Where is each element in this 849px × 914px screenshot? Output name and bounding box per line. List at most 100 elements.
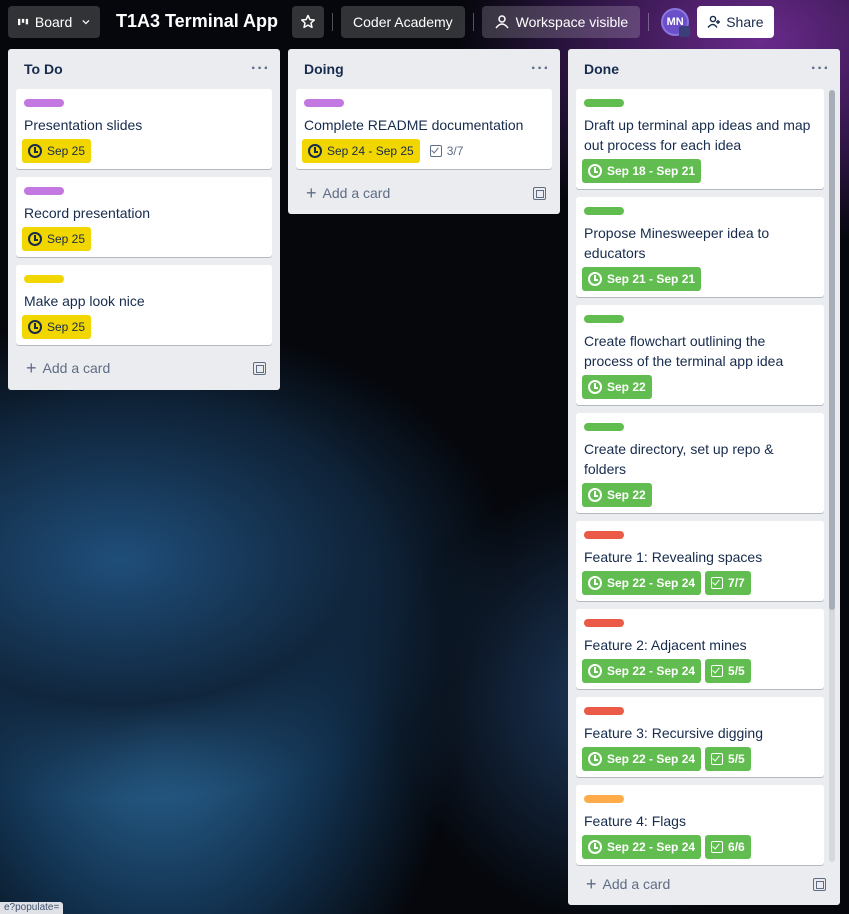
card-template-icon[interactable] <box>813 877 826 891</box>
list-header[interactable]: Done ··· <box>568 49 840 89</box>
header-divider <box>332 12 334 31</box>
due-date-badge[interactable]: Sep 22 - Sep 24 <box>582 571 702 595</box>
clock-icon <box>588 488 602 502</box>
due-date-badge[interactable]: Sep 25 <box>22 227 92 251</box>
more-options-icon[interactable]: ··· <box>251 61 270 77</box>
list-title[interactable]: Done <box>584 61 619 77</box>
list-done: Done ··· Draft up terminal app ideas and… <box>568 49 840 905</box>
card-item[interactable]: Create directory, set up repo & folders … <box>576 413 824 513</box>
card-label[interactable] <box>584 423 624 431</box>
card-title: Feature 1: Revealing spaces <box>584 549 763 565</box>
card-title: Feature 3: Recursive digging <box>584 725 763 741</box>
due-date-badge[interactable]: Sep 21 - Sep 21 <box>582 267 702 291</box>
due-date-badge[interactable]: Sep 18 - Sep 21 <box>582 159 702 183</box>
card-label[interactable] <box>584 99 624 107</box>
card-title: Create directory, set up repo & folders <box>584 441 774 477</box>
due-date-text: Sep 22 <box>607 380 646 394</box>
visibility-label: Workspace visible <box>515 13 629 30</box>
add-card-button[interactable]: + Add a card <box>576 870 832 898</box>
card-title: Make app look nice <box>24 293 145 309</box>
card-badges: Sep 24 - Sep 25 3/7 <box>302 139 469 163</box>
list-scrollbar[interactable] <box>829 90 835 862</box>
list-header[interactable]: To Do ··· <box>8 49 280 89</box>
status-bar-url: e?populate= <box>0 902 64 914</box>
card-item[interactable]: Feature 3: Recursive digging Sep 22 - Se… <box>576 697 824 777</box>
checklist-badge: 6/6 <box>705 835 751 859</box>
card-badges: Sep 22 <box>582 375 652 399</box>
checklist-count: 3/7 <box>446 144 464 158</box>
star-button[interactable] <box>292 5 325 38</box>
clock-icon <box>28 320 42 334</box>
more-options-icon[interactable]: ··· <box>531 61 550 77</box>
clock-icon <box>588 272 602 286</box>
add-card-button[interactable]: + Add a card <box>296 179 552 207</box>
add-card-label: Add a card <box>42 360 111 376</box>
more-options-icon[interactable]: ··· <box>811 61 830 77</box>
due-date-badge[interactable]: Sep 22 - Sep 24 <box>582 835 702 859</box>
card-item[interactable]: Feature 1: Revealing spaces Sep 22 - Sep… <box>576 521 824 601</box>
card-template-icon[interactable] <box>533 186 546 200</box>
due-date-text: Sep 22 - Sep 24 <box>607 664 696 678</box>
due-date-badge[interactable]: Sep 22 - Sep 24 <box>582 659 702 683</box>
list-header[interactable]: Doing ··· <box>288 49 560 89</box>
board-view-button[interactable]: Board <box>8 5 100 38</box>
due-date-badge[interactable]: Sep 24 - Sep 25 <box>302 139 420 163</box>
card-badges: Sep 25 <box>22 227 92 251</box>
card-item[interactable]: Draft up terminal app ideas and map out … <box>576 89 824 189</box>
card-label[interactable] <box>584 795 624 803</box>
due-date-text: Sep 22 - Sep 24 <box>607 576 696 590</box>
checklist-badge: 5/5 <box>705 659 751 683</box>
card-label[interactable] <box>584 531 624 539</box>
card-label[interactable] <box>24 275 64 283</box>
card-item[interactable]: Presentation slides Sep 25 <box>16 89 272 169</box>
card-item[interactable]: Propose Minesweeper idea to educators Se… <box>576 197 824 297</box>
card-item[interactable]: Complete README documentation Sep 24 - S… <box>296 89 552 169</box>
due-date-badge[interactable]: Sep 25 <box>22 315 92 339</box>
card-label[interactable] <box>584 619 624 627</box>
card-label[interactable] <box>584 207 624 215</box>
clock-icon <box>308 144 322 158</box>
card-template-icon[interactable] <box>253 361 266 375</box>
plus-icon: + <box>306 183 317 203</box>
add-card-button[interactable]: + Add a card <box>16 354 272 382</box>
board-title[interactable]: T1A3 Terminal App <box>116 11 278 32</box>
card-label[interactable] <box>584 707 624 715</box>
board-view-label: Board <box>34 13 73 30</box>
list-todo: To Do ··· Presentation slides Sep 25 Rec… <box>8 49 280 390</box>
card-label[interactable] <box>24 99 64 107</box>
due-date-text: Sep 21 - Sep 21 <box>607 272 696 286</box>
card-badges: Sep 22 - Sep 24 7/7 <box>582 571 751 595</box>
scrollbar-thumb[interactable] <box>829 90 835 610</box>
clock-icon <box>588 664 602 678</box>
due-date-badge[interactable]: Sep 22 - Sep 24 <box>582 747 702 771</box>
workspace-button[interactable]: Coder Academy <box>341 5 465 38</box>
due-date-badge[interactable]: Sep 22 <box>582 375 652 399</box>
list-title[interactable]: Doing <box>304 61 344 77</box>
card-label[interactable] <box>584 315 624 323</box>
avatar[interactable]: MN <box>661 7 691 37</box>
card-title: Record presentation <box>24 205 151 221</box>
card-badges: Sep 25 <box>22 315 92 339</box>
card-label[interactable] <box>24 187 64 195</box>
header-divider <box>648 12 650 31</box>
plus-icon: + <box>586 874 597 894</box>
star-icon <box>300 14 316 28</box>
card-label[interactable] <box>304 99 344 107</box>
card-item[interactable]: Create flowchart outlining the process o… <box>576 305 824 405</box>
checklist-icon <box>429 145 442 157</box>
checklist-count: 5/5 <box>728 752 745 766</box>
visibility-button[interactable]: Workspace visible <box>481 5 641 38</box>
due-date-badge[interactable]: Sep 22 <box>582 483 652 507</box>
checklist-icon <box>711 665 724 677</box>
card-item[interactable]: Record presentation Sep 25 <box>16 177 272 257</box>
card-item[interactable]: Feature 2: Adjacent mines Sep 22 - Sep 2… <box>576 609 824 689</box>
card-badges: Sep 22 - Sep 24 5/5 <box>582 747 751 771</box>
due-date-badge[interactable]: Sep 25 <box>22 139 92 163</box>
due-date-text: Sep 25 <box>47 144 86 158</box>
board-icon <box>18 18 29 25</box>
share-button[interactable]: Share <box>697 5 774 38</box>
list-title[interactable]: To Do <box>24 61 63 77</box>
card-item[interactable]: Make app look nice Sep 25 <box>16 265 272 345</box>
card-item[interactable]: Feature 4: Flags Sep 22 - Sep 24 6/6 <box>576 785 824 865</box>
checklist-badge: 5/5 <box>705 747 751 771</box>
